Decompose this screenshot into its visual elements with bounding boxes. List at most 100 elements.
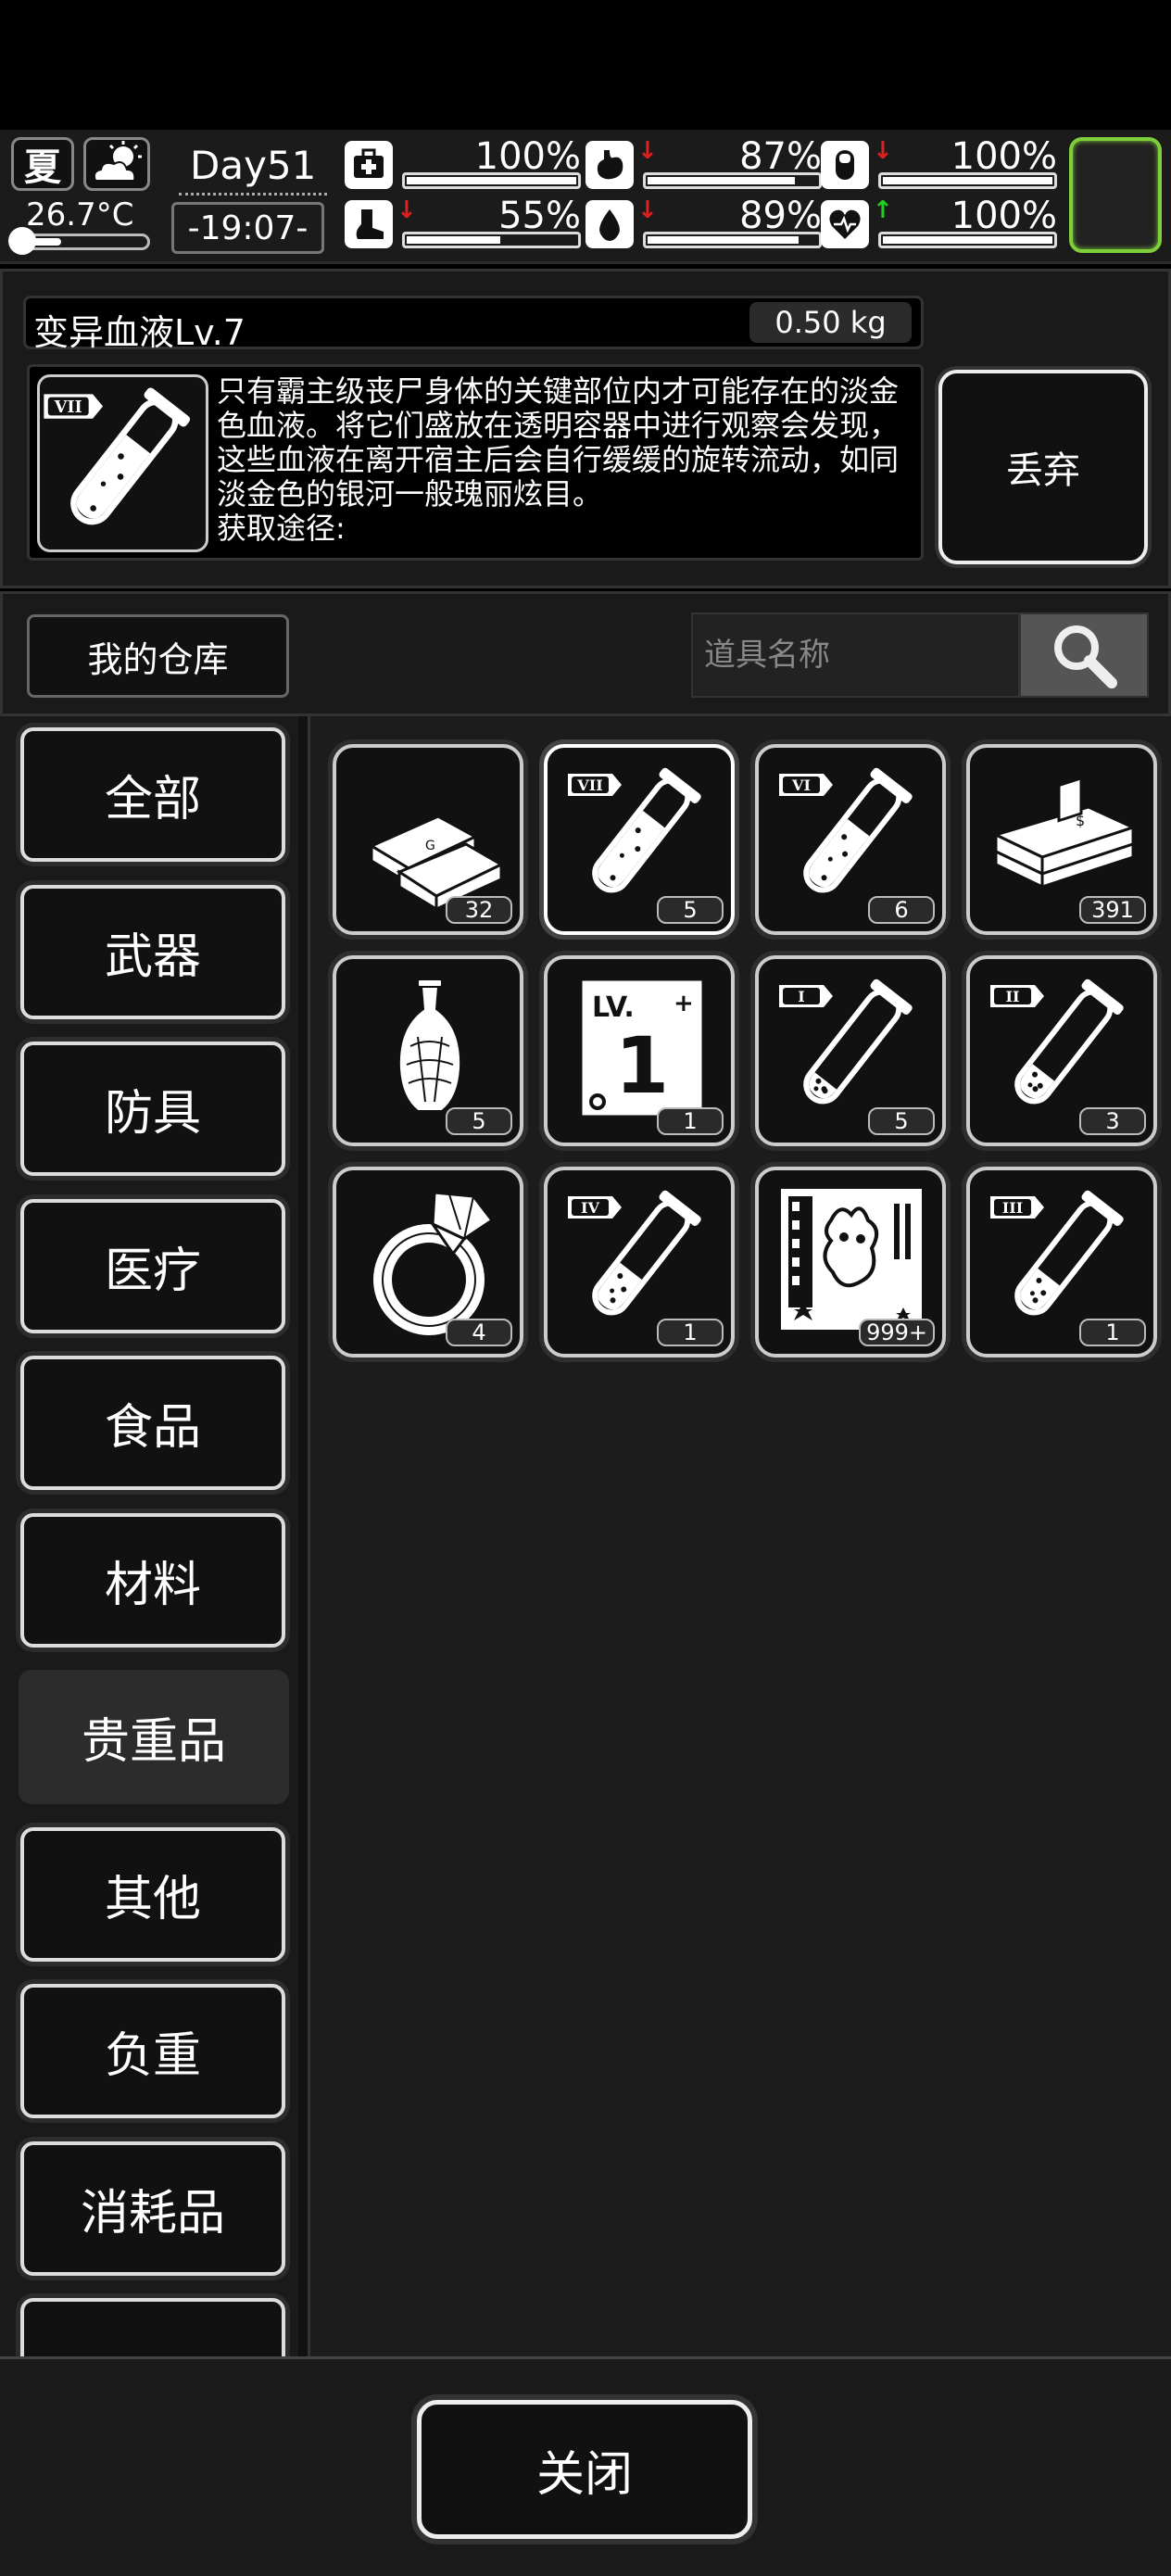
stat-mood: ↑ 100% — [821, 195, 1057, 252]
stat-bar — [402, 232, 581, 248]
svg-text:+: + — [674, 990, 694, 1017]
item-slot[interactable]: I 5 — [755, 955, 946, 1146]
sidebar-divider — [298, 716, 308, 2356]
svg-text:I: I — [798, 988, 804, 1005]
blood-vial-icon: VII — [37, 374, 208, 552]
item-count: 5 — [657, 896, 724, 924]
category-tab[interactable]: 负重 — [20, 1984, 285, 2118]
category-tab[interactable]: 其他 — [20, 1826, 285, 1962]
boot-icon — [345, 200, 393, 248]
item-slot[interactable]: 999+ — [755, 1167, 946, 1357]
thermometer-bar — [8, 227, 150, 255]
stat-hunger: ↓ 87% — [586, 135, 822, 193]
stat-thirst: ↓ 89% — [586, 195, 822, 252]
item-count: 5 — [446, 1107, 512, 1135]
storage-toolbar: 我的仓库 — [0, 591, 1171, 716]
category-tab-partial[interactable] — [20, 2298, 285, 2356]
item-description-box: VII 只有霸主级丧尸身体的关键部位内才可能存在的淡金色血液。将它们盛放在透明容… — [27, 364, 924, 561]
warehouse-button[interactable]: 我的仓库 — [27, 614, 289, 698]
item-slot[interactable]: VII 5 — [544, 744, 735, 935]
category-tab[interactable]: 材料 — [20, 1512, 285, 1648]
item-name: 变异血液Lv.7 — [33, 312, 246, 353]
equipped-slot[interactable] — [1069, 137, 1162, 253]
close-button[interactable]: 关闭 — [417, 2400, 752, 2539]
category-tab[interactable]: 武器 — [20, 884, 285, 1019]
stat-bar — [402, 172, 581, 189]
gold-bars-icon: G — [368, 814, 505, 912]
status-bar: 夏 26.7°C Day51 -19:07- 100% ↓ 87% ↓ 100%… — [0, 130, 1171, 264]
category-tab[interactable]: 防具 — [20, 1042, 285, 1176]
cash-stack-icon: $ — [991, 776, 1138, 890]
svg-text:II: II — [1006, 988, 1020, 1005]
svg-text:G: G — [425, 839, 435, 853]
item-count: 6 — [868, 896, 935, 924]
category-tab[interactable]: 贵重品 — [19, 1670, 289, 1804]
blood-vial-icon: IV — [568, 1190, 701, 1316]
item-count: 999+ — [859, 1319, 935, 1346]
category-tab[interactable]: 医疗 — [20, 1198, 285, 1333]
item-slot[interactable]: VI 6 — [755, 744, 946, 935]
level-card-icon: LV. + 1 — [579, 978, 705, 1118]
category-tab[interactable]: 食品 — [20, 1356, 285, 1490]
item-slot[interactable]: G 32 — [333, 744, 523, 935]
discard-button[interactable]: 丢弃 — [938, 370, 1148, 564]
stat-health: 100% — [345, 135, 581, 193]
season-badge: 夏 — [11, 137, 74, 191]
pill-icon — [821, 141, 869, 189]
item-slot[interactable]: 4 — [333, 1167, 523, 1357]
trend-up-icon: ↑ — [873, 196, 893, 224]
trend-down-icon: ↓ — [873, 137, 893, 165]
svg-text:IV: IV — [581, 1199, 599, 1217]
stat-stamina: ↓ 55% — [345, 195, 581, 252]
svg-text:VI: VI — [791, 777, 811, 794]
stat-bar-fill — [407, 236, 500, 244]
medkit-icon — [345, 141, 393, 189]
category-tab[interactable]: 消耗品 — [20, 2140, 285, 2276]
item-detail-panel: 变异血液Lv.7 0.50 kg VII 只有霸主级丧尸身体的关键部位内才可能存… — [0, 269, 1171, 588]
stat-immunity: ↓ 100% — [821, 135, 1057, 193]
item-count: 1 — [657, 1107, 724, 1135]
item-count: 32 — [446, 896, 512, 924]
item-slot[interactable]: LV. + 1 1 — [544, 955, 735, 1146]
svg-text:III: III — [1002, 1199, 1023, 1217]
item-grid: G 32 VII 5 VI 6 $ 391 5 LV. + 1 1 I 5 II… — [308, 716, 1171, 2356]
category-tab[interactable]: 全部 — [20, 727, 285, 862]
svg-text:VII: VII — [54, 398, 82, 417]
stat-bar — [878, 232, 1057, 248]
porcelain-vase-icon — [397, 979, 462, 1112]
clock-time: -19:07- — [171, 202, 324, 254]
heart-icon — [821, 200, 869, 248]
item-slot[interactable]: IV 1 — [544, 1167, 735, 1357]
stat-bar — [643, 172, 822, 189]
item-slot[interactable]: III 1 — [966, 1167, 1157, 1357]
svg-text:1: 1 — [615, 1020, 669, 1111]
footer-bar: 关闭 — [0, 2356, 1171, 2576]
item-slot[interactable]: $ 391 — [966, 744, 1157, 935]
item-count: 1 — [1079, 1319, 1146, 1346]
source-label: 获取途径: — [217, 511, 346, 546]
search-icon — [1054, 625, 1117, 688]
item-description: 只有霸主级丧尸身体的关键部位内才可能存在的淡金色血液。将它们盛放在透明容器中进行… — [217, 374, 921, 546]
stat-bar-fill — [407, 177, 576, 184]
blood-vial-icon: VII — [568, 767, 701, 893]
item-slot[interactable]: 5 — [333, 955, 523, 1146]
item-name-bar: 变异血液Lv.7 0.50 kg — [23, 296, 924, 353]
temperature-readout: 26.7°C — [26, 196, 134, 234]
item-count: 5 — [868, 1107, 935, 1135]
item-count: 4 — [446, 1319, 512, 1346]
diamond-ring-icon — [373, 1191, 495, 1335]
partly-cloudy-icon — [83, 137, 150, 191]
blood-vial-icon: III — [990, 1190, 1124, 1316]
item-search-input[interactable] — [691, 612, 1020, 698]
svg-text:LV.: LV. — [592, 991, 635, 1024]
blood-vial-icon: I — [779, 979, 913, 1105]
search-button[interactable] — [1019, 612, 1149, 698]
thermometer-fill — [16, 238, 61, 246]
item-slot[interactable]: II 3 — [966, 955, 1157, 1146]
stat-bar-fill — [883, 177, 1052, 184]
svg-text:$: $ — [1076, 812, 1085, 829]
blood-vial-icon: II — [990, 979, 1124, 1105]
description-text: 只有霸主级丧尸身体的关键部位内才可能存在的淡金色血液。将它们盛放在透明容器中进行… — [217, 373, 900, 511]
item-count: 1 — [657, 1319, 724, 1346]
item-count: 391 — [1079, 896, 1146, 924]
